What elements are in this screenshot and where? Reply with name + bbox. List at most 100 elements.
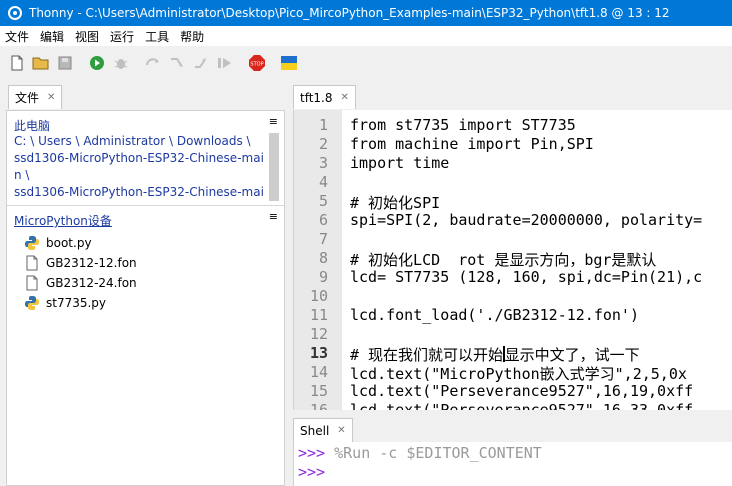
code-text: 显示中文了，试一下 [504,346,640,364]
code-line[interactable]: lcd.font_load('./GB2312-12.fon') [350,306,639,324]
path-segment[interactable]: ssd1306-MicroPython-ESP32-Chinese-mai [14,185,264,199]
editor-tab-label: tft1.8 [300,90,333,105]
code-line[interactable]: # 初始化SPI [350,192,440,213]
files-pane: 此电脑 ≡ C: \ Users \ Administrator \ Downl… [6,110,285,486]
shell-prompt: >>> [298,444,326,462]
path-segment[interactable]: ssd1306-MicroPython-ESP32-Chinese-mai [14,151,264,165]
code-editor[interactable]: 1 2 3 4 5 6 7 8 9 10 11 12 13 14 15 16 from st7735 impo… [293,110,732,410]
line-number: 2 [318,135,328,153]
device-section-title[interactable]: MicroPython设备 [14,212,112,229]
shell-command: %Run -c $EDITOR_CONTENT [325,444,542,462]
menu-file[interactable]: 文件 [0,28,35,45]
file-icon [26,255,38,271]
tab-files-label: 文件 [15,91,40,105]
menu-bar: 文件 编辑 视图 运行 工具 帮助 [0,26,732,46]
section-divider[interactable] [7,205,284,206]
line-number: 4 [318,173,328,191]
menu-tools[interactable]: 工具 [140,28,175,45]
step-out-icon [195,58,206,68]
shell-line[interactable]: >>> [298,463,325,481]
stop-button[interactable]: STOP [246,52,268,74]
line-number: 15 [309,382,328,400]
code-line[interactable]: # 初始化LCD rot 是显示方向，bgr是默认 [350,249,656,270]
shell-line[interactable]: >>> %Run -c $EDITOR_CONTENT [298,444,542,462]
ukraine-flag-icon [281,56,297,70]
line-number: 16 [309,401,328,410]
bug-icon [114,59,128,69]
step-over-icon [146,58,159,66]
title-bar: Thonny - C:\Users\Administrator\Desktop\… [0,0,732,26]
menu-help[interactable]: 帮助 [175,28,210,45]
code-line[interactable]: from st7735 import ST7735 [350,116,576,134]
close-icon[interactable]: ✕ [337,425,345,436]
code-line[interactable]: lcd.text("Perseverance9527",16,33,0xff [350,401,693,410]
menu-run[interactable]: 运行 [105,28,140,45]
step-out-button[interactable] [190,52,212,74]
menu-edit[interactable]: 编辑 [35,28,70,45]
list-item[interactable]: boot.py [24,233,92,253]
folder-open-icon [32,57,49,70]
file-name: GB2312-12.fon [46,256,137,270]
computer-section-title[interactable]: 此电脑 [14,117,50,134]
path-segment[interactable]: n \ [14,168,29,182]
shell-tab-label: Shell [300,423,330,438]
path-scrollbar[interactable] [269,133,279,201]
code-line[interactable]: import time [350,154,449,172]
new-file-icon [11,55,23,71]
line-number: 3 [318,154,328,172]
debug-button[interactable] [110,52,132,74]
close-icon[interactable]: ✕ [47,92,55,103]
resume-button[interactable] [214,52,236,74]
file-name: boot.py [46,236,92,250]
line-number: 9 [318,268,328,286]
stop-icon: STOP [249,55,265,71]
file-name: st7735.py [46,296,107,310]
resume-icon [218,58,231,68]
line-number: 12 [309,325,328,343]
new-file-button[interactable] [6,52,28,74]
list-item[interactable]: st7735.py [24,293,106,313]
tab-shell[interactable]: Shell ✕ [293,418,353,442]
shell-tab-bar: Shell ✕ [293,418,732,442]
code-line[interactable]: lcd= ST7735 (128, 160, spi,dc=Pin(21),c [350,268,702,286]
editor-tab-bar: tft1.8 ✕ [293,84,732,110]
code-text: # 现在我们就可以开始 [350,346,504,364]
pane-menu-icon[interactable]: ≡ [269,210,278,223]
step-into-button[interactable] [166,52,188,74]
shell-console[interactable]: >>> %Run -c $EDITOR_CONTENT >>> [293,442,732,486]
line-number: 14 [309,363,328,381]
line-number: 5 [318,192,328,210]
line-number: 6 [318,211,328,229]
close-icon[interactable]: ✕ [341,92,349,103]
line-number: 8 [318,249,328,267]
line-number: 10 [309,287,328,305]
file-icon [26,275,38,291]
path-segment[interactable]: C: \ Users \ Administrator \ Downloads \ [14,134,251,148]
file-name: GB2312-24.fon [46,276,137,290]
list-item[interactable]: GB2312-12.fon [24,253,137,273]
line-number: 7 [318,230,328,248]
tab-tft1.8[interactable]: tft1.8 ✕ [293,85,356,109]
files-panel: 文件 ✕ 此电脑 ≡ C: \ Users \ Administrator \ … [0,84,287,486]
window-title: Thonny - C:\Users\Administrator\Desktop\… [29,6,670,20]
thonny-app-icon [8,6,22,20]
ukraine-flag-button[interactable] [278,52,300,74]
tab-files[interactable]: 文件 ✕ [8,85,63,109]
save-file-button[interactable] [54,52,76,74]
code-line[interactable]: lcd.text("MicroPython嵌入式学习",2,5,0x [350,363,687,384]
step-over-button[interactable] [142,52,164,74]
line-number: 11 [309,306,328,324]
code-line[interactable]: spi=SPI(2, baudrate=20000000, polarity= [350,211,702,229]
code-line[interactable]: from machine import Pin,SPI [350,135,594,153]
run-button[interactable] [86,52,108,74]
list-item[interactable]: GB2312-24.fon [24,273,137,293]
open-file-button[interactable] [30,52,52,74]
line-number-gutter: 1 2 3 4 5 6 7 8 9 10 11 12 13 14 15 16 [294,110,342,410]
code-line[interactable]: lcd.text("Perseverance9527",16,19,0xff [350,382,693,400]
pane-menu-icon[interactable]: ≡ [269,115,278,128]
toolbar: STOP [0,47,732,79]
step-into-icon [171,58,183,67]
save-icon [58,56,72,70]
code-line[interactable]: # 现在我们就可以开始 显示中文了，试一下 [350,344,640,365]
menu-view[interactable]: 视图 [70,28,105,45]
